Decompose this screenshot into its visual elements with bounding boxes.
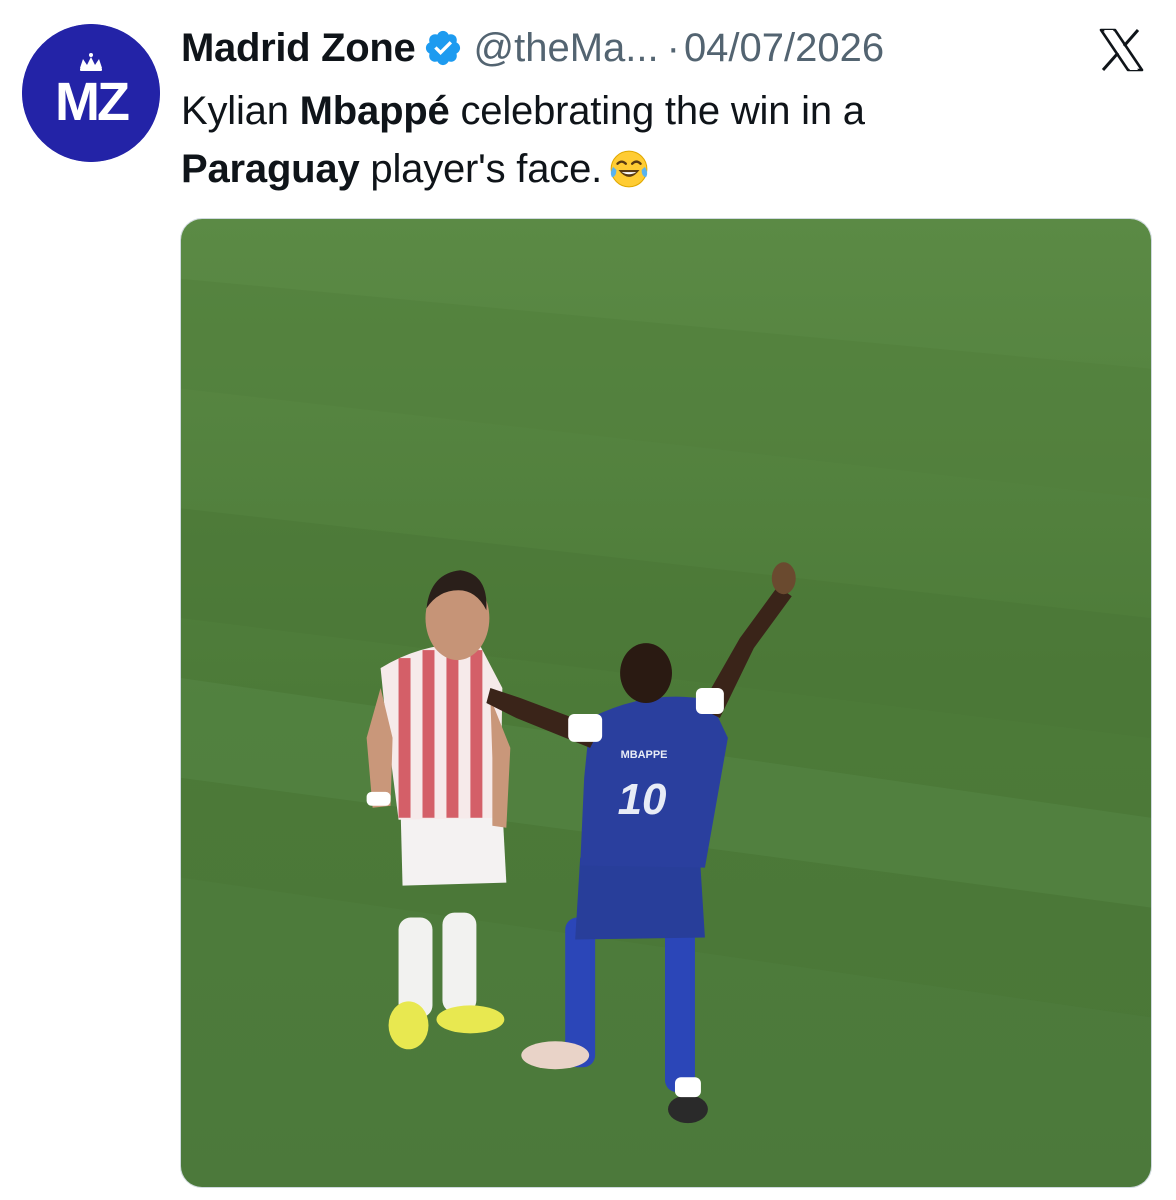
tweet-date[interactable]: 04/07/2026 [684, 26, 884, 71]
tweet-media-image[interactable]: 10 MBAPPE [180, 218, 1152, 1188]
tweet-bold-mbappe: Mbappé [299, 89, 450, 133]
tweet-header: Madrid Zone @theMa... · 04/07/2026 [181, 22, 884, 74]
tweet-text-part: Kylian [181, 89, 300, 133]
avatar[interactable]: MZ [22, 24, 160, 162]
display-name[interactable]: Madrid Zone [181, 26, 416, 71]
tweet-text-part: celebrating the win in a [449, 89, 866, 133]
handle[interactable]: @theMa... [473, 26, 658, 71]
jersey-number: 10 [618, 775, 667, 824]
separator-dot: · [666, 25, 680, 70]
x-logo-icon[interactable] [1098, 28, 1144, 72]
tweet-bold-paraguay: Paraguay [181, 147, 360, 191]
football-pitch-photo: 10 MBAPPE [181, 219, 1151, 1187]
tweet-text-part: player's face. [359, 147, 603, 191]
avatar-monogram: MZ [55, 72, 129, 132]
verified-badge-icon [423, 28, 463, 68]
jersey-name: MBAPPE [621, 749, 668, 761]
face-with-tears-of-joy-icon [608, 148, 650, 190]
tweet-text: Kylian Mbappé celebrating the win in a P… [181, 82, 1141, 198]
madrid-zone-logo: MZ [22, 24, 160, 162]
